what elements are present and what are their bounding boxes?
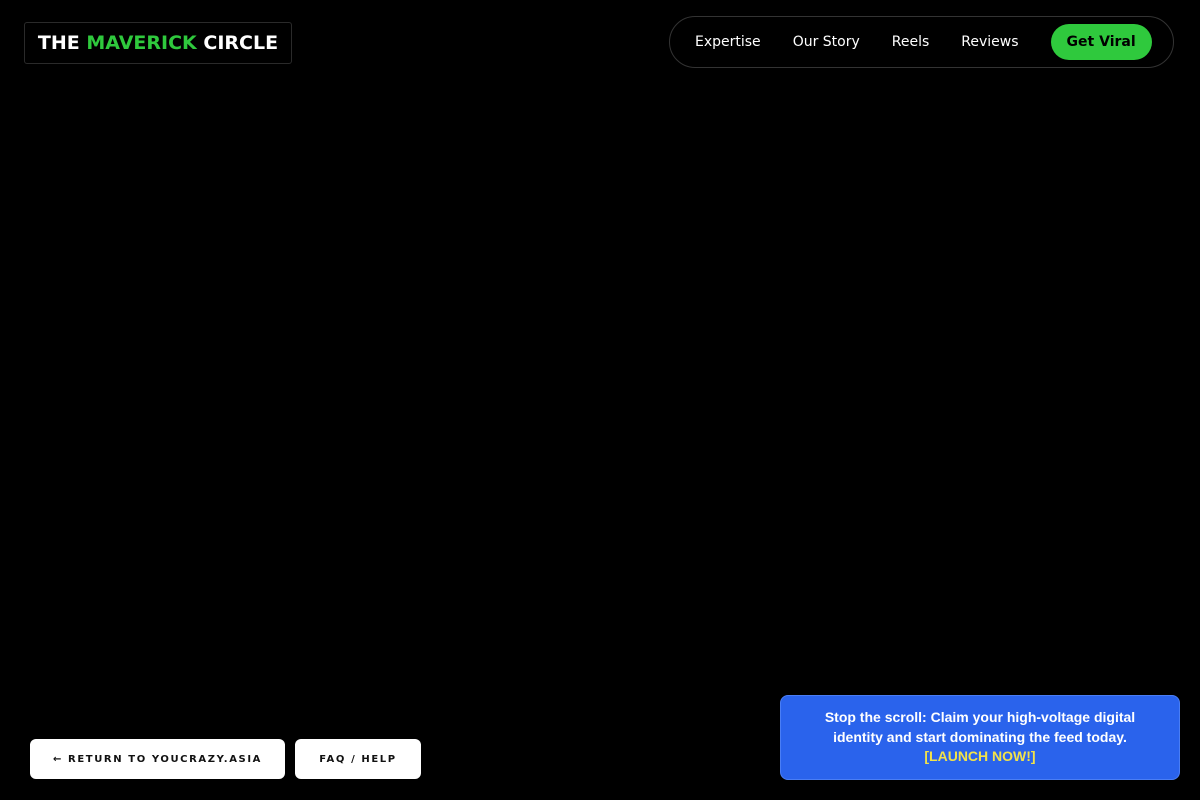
return-button[interactable]: ← RETURN TO YOUCRAZY.ASIA <box>30 739 285 779</box>
promo-text: Stop the scroll: Claim your high-voltage… <box>824 709 1136 745</box>
page: THE MAVERICK CIRCLE Expertise Our Story … <box>0 0 1200 800</box>
nav-item-expertise[interactable]: Expertise <box>695 34 761 50</box>
nav-item-reviews[interactable]: Reviews <box>961 34 1018 50</box>
get-viral-button[interactable]: Get Viral <box>1050 24 1152 60</box>
logo-accent: MAVERICK <box>86 32 197 54</box>
faq-help-button[interactable]: FAQ / HELP <box>295 739 421 779</box>
nav-item-reels[interactable]: Reels <box>892 34 930 50</box>
main-nav: Expertise Our Story Reels Reviews Get Vi… <box>669 16 1174 68</box>
launch-now-link[interactable]: [LAUNCH NOW!] <box>924 747 1035 767</box>
logo-prefix: THE <box>37 32 80 54</box>
promo-banner: Stop the scroll: Claim your high-voltage… <box>780 695 1180 780</box>
brand-logo[interactable]: THE MAVERICK CIRCLE <box>24 22 292 64</box>
nav-item-our-story[interactable]: Our Story <box>793 34 860 50</box>
logo-suffix: CIRCLE <box>203 32 279 54</box>
